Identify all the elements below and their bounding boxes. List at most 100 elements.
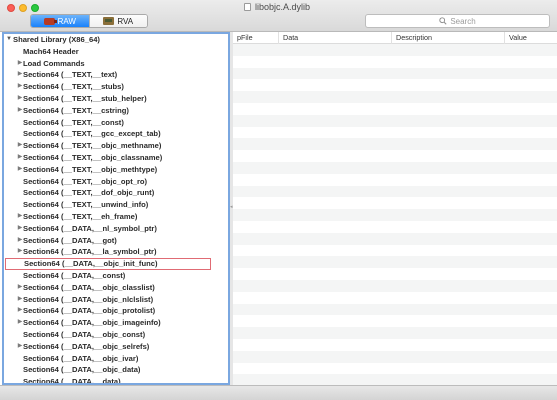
tree-item[interactable]: Section64 (__DATA,__objc_ivar) <box>4 353 228 365</box>
window-bottom-bar <box>0 385 557 400</box>
table-row[interactable] <box>233 256 557 269</box>
tree-item[interactable]: ▶ Section64 (__DATA,__objc_classlist) <box>4 282 228 294</box>
tree-item[interactable]: ▶ Section64 (__DATA,__objc_nlclslist) <box>4 294 228 306</box>
table-row[interactable] <box>233 268 557 280</box>
tree-item-label: Section64 (__DATA,__objc_data) <box>23 365 141 375</box>
tree-item-label: Section64 (__TEXT,__text) <box>23 70 118 80</box>
tree-item-label: Section64 (__DATA,__objc_init_func) <box>24 259 158 269</box>
table-row[interactable] <box>233 79 557 92</box>
table-row[interactable] <box>233 114 557 127</box>
tree-item-label: Section64 (__TEXT,__stub_helper) <box>23 93 147 103</box>
table-row[interactable] <box>233 350 557 363</box>
tree-item[interactable]: ▶ Section64 (__DATA,__nl_symbol_ptr) <box>4 223 228 235</box>
raw-icon <box>43 17 57 25</box>
raw-mode-button[interactable]: RAW <box>31 15 89 27</box>
tree-item-label: Section64 (__DATA,__got) <box>23 235 117 245</box>
table-row[interactable] <box>233 150 557 162</box>
table-row[interactable] <box>233 67 557 80</box>
table-row[interactable] <box>233 126 557 139</box>
tree-item[interactable]: ▶ Section64 (__TEXT,__text) <box>4 69 228 81</box>
tree-item[interactable]: Section64 (__DATA,__objc_data) <box>4 364 228 376</box>
tree-item[interactable]: ▶ Section64 (__DATA,__la_symbol_ptr) <box>4 246 228 258</box>
table-row[interactable] <box>233 279 557 292</box>
table-row[interactable] <box>233 161 557 174</box>
tree-item[interactable]: ▶ Section64 (__TEXT,__cstring) <box>4 105 228 117</box>
tree-item-label: Section64 (__TEXT,__objc_opt_ro) <box>23 176 148 186</box>
column-header-data[interactable]: Data <box>279 32 392 44</box>
tree-item[interactable]: ▶ Section64 (__TEXT,__objc_methtype) <box>4 164 228 176</box>
tree-item[interactable]: ▶ Section64 (__TEXT,__stubs) <box>4 81 228 93</box>
tree-item[interactable]: Section64 (__TEXT,__dof_objc_runt) <box>4 187 228 199</box>
tree-item[interactable]: Section64 (__DATA,__objc_init_func) <box>5 258 211 270</box>
table-row[interactable] <box>233 173 557 186</box>
tree-item[interactable]: ▶ Load Commands <box>4 58 228 70</box>
tree-item-label: Section64 (__DATA,__objc_classlist) <box>23 282 155 292</box>
maximize-window-button[interactable] <box>31 4 39 12</box>
title-bar: libobjc.A.dylib RAW RVA Search <box>0 0 557 32</box>
table-row[interactable] <box>233 374 557 385</box>
column-header-pfile[interactable]: pFile <box>233 32 279 44</box>
table-row[interactable] <box>233 55 557 68</box>
table-row[interactable] <box>233 244 557 257</box>
table-row[interactable] <box>233 303 557 316</box>
table-row[interactable] <box>233 362 557 375</box>
tree-item[interactable]: ▶ Section64 (__TEXT,__eh_frame) <box>4 211 228 223</box>
tree-item[interactable]: ▶ Section64 (__DATA,__objc_selrefs) <box>4 341 228 353</box>
table-row[interactable] <box>233 232 557 245</box>
rva-mode-button[interactable]: RVA <box>88 15 147 27</box>
tree-item[interactable]: ▶ Section64 (__DATA,__objc_imageinfo) <box>4 317 228 329</box>
tree-item[interactable]: Section64 (__TEXT,__const) <box>4 117 228 129</box>
tree-item-label: Section64 (__TEXT,__cstring) <box>23 105 129 115</box>
table-row[interactable] <box>233 91 557 103</box>
tree-item-label: Section64 (__DATA,__nl_symbol_ptr) <box>23 223 157 233</box>
tree-item-label: Section64 (__DATA,__objc_protolist) <box>23 306 156 316</box>
tree-root-shared-library[interactable]: ▼ Shared Library (X86_64) <box>4 34 228 46</box>
tree-item[interactable]: Section64 (__DATA,__data) <box>4 376 228 383</box>
table-row[interactable] <box>233 338 557 351</box>
table-row[interactable] <box>233 102 557 115</box>
tree-item-label: Section64 (__TEXT,__objc_classname) <box>23 152 163 162</box>
tree-items: Mach64 Header ▶ Load Commands ▶ Section64 (_… <box>4 46 228 383</box>
search-icon <box>439 17 447 25</box>
disclosure-expanded-icon[interactable]: ▼ <box>5 34 13 46</box>
table-row[interactable] <box>233 185 557 198</box>
tree-item-label: Section64 (__TEXT,__eh_frame) <box>23 211 138 221</box>
raw-mode-label: RAW <box>57 16 76 26</box>
table-row[interactable] <box>233 44 557 56</box>
tree-item-label: Section64 (__DATA,__objc_const) <box>23 329 146 339</box>
column-header-value[interactable]: Value <box>505 32 557 44</box>
close-window-button[interactable] <box>7 4 15 12</box>
tree-item-label: Section64 (__TEXT,__stubs) <box>23 82 124 92</box>
tree-item[interactable]: Section64 (__DATA,__const) <box>4 270 228 282</box>
table-row[interactable] <box>233 197 557 210</box>
table-row[interactable] <box>233 327 557 339</box>
column-header-description[interactable]: Description <box>392 32 505 44</box>
tree-item[interactable]: Mach64 Header <box>4 46 228 58</box>
rva-icon <box>103 17 115 25</box>
table-row[interactable] <box>233 291 557 304</box>
table-row[interactable] <box>233 209 557 221</box>
tree-item-label: Section64 (__TEXT,__objc_methtype) <box>23 164 158 174</box>
search-field[interactable]: Search <box>365 14 550 28</box>
tree-item[interactable]: Section64 (__TEXT,__gcc_except_tab) <box>4 128 228 140</box>
table-body <box>233 44 557 385</box>
tree-item[interactable]: ▶ Section64 (__TEXT,__objc_classname) <box>4 152 228 164</box>
tree-item-label: Section64 (__DATA,__objc_selrefs) <box>23 341 150 351</box>
tree-item-label: Section64 (__TEXT,__gcc_except_tab) <box>23 129 161 139</box>
tree-item[interactable]: Section64 (__TEXT,__unwind_info) <box>4 199 228 211</box>
tree-item-label: Section64 (__TEXT,__dof_objc_runt) <box>23 188 155 198</box>
table-row[interactable] <box>233 315 557 328</box>
table-row[interactable] <box>233 138 557 151</box>
minimize-window-button[interactable] <box>19 4 27 12</box>
tree-item[interactable]: ▶ Section64 (__DATA,__got) <box>4 235 228 247</box>
tree-item-label: Section64 (__DATA,__objc_ivar) <box>23 353 139 363</box>
document-icon <box>244 3 251 11</box>
tree-item-label: Mach64 Header <box>23 46 79 56</box>
table-row[interactable] <box>233 220 557 233</box>
tree-item[interactable]: Section64 (__DATA,__objc_const) <box>4 329 228 341</box>
tree-item[interactable]: ▶ Section64 (__TEXT,__objc_methname) <box>4 140 228 152</box>
structure-tree-panel: ▼ Shared Library (X86_64) Mach64 Header ▶… <box>2 32 230 385</box>
tree-item[interactable]: ▶ Section64 (__DATA,__objc_protolist) <box>4 305 228 317</box>
tree-item[interactable]: ▶ Section64 (__TEXT,__stub_helper) <box>4 93 228 105</box>
tree-item[interactable]: Section64 (__TEXT,__objc_opt_ro) <box>4 176 228 188</box>
